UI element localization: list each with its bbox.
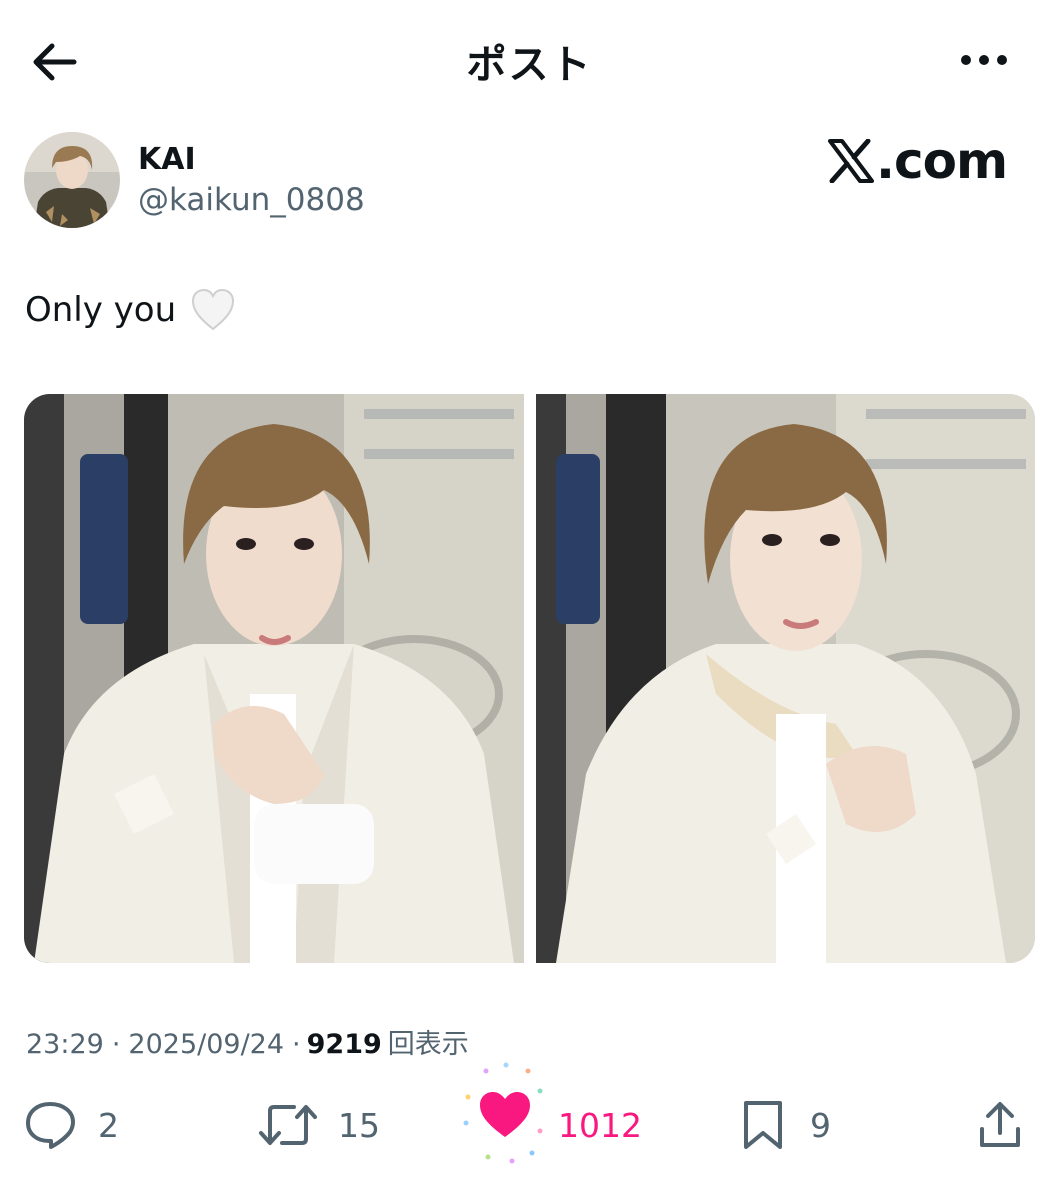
separator: · bbox=[292, 1029, 301, 1060]
heart-filled-icon bbox=[463, 1062, 543, 1164]
bookmark-icon bbox=[744, 1101, 782, 1149]
white-heart-icon bbox=[190, 288, 236, 332]
author-display-name[interactable]: KAI bbox=[138, 142, 196, 177]
reply-count: 2 bbox=[98, 1105, 119, 1145]
back-button[interactable] bbox=[26, 34, 82, 90]
repost-icon bbox=[259, 1105, 317, 1145]
ellipsis-icon bbox=[961, 55, 1007, 65]
reply-button[interactable]: 2 bbox=[24, 1096, 119, 1154]
media-grid bbox=[24, 394, 1035, 963]
separator: · bbox=[111, 1029, 121, 1060]
repost-button[interactable]: 15 bbox=[258, 1096, 380, 1154]
post-meta: 23:29 · 2025/09/24 · 9219 回表示 bbox=[26, 1022, 469, 1061]
avatar[interactable] bbox=[24, 132, 120, 228]
like-button[interactable]: 1012 bbox=[463, 1062, 642, 1164]
post-text: Only you bbox=[25, 288, 236, 332]
bookmark-count: 9 bbox=[810, 1105, 831, 1145]
share-button[interactable] bbox=[976, 1096, 1024, 1154]
x-logo-icon bbox=[828, 139, 874, 183]
view-count[interactable]: 9219 bbox=[307, 1029, 382, 1060]
photo-2[interactable] bbox=[535, 394, 1035, 963]
more-options-button[interactable] bbox=[952, 38, 1016, 82]
x-com-watermark: .com bbox=[828, 132, 1008, 190]
post-time[interactable]: 23:29 bbox=[26, 1029, 104, 1060]
author-handle[interactable]: @kaikun_0808 bbox=[138, 182, 365, 218]
bookmark-button[interactable]: 9 bbox=[740, 1096, 831, 1154]
post-date[interactable]: 2025/09/24 bbox=[128, 1029, 284, 1060]
photo-1[interactable] bbox=[24, 394, 524, 963]
repost-count: 15 bbox=[338, 1105, 380, 1145]
share-icon bbox=[980, 1102, 1020, 1147]
reply-icon bbox=[26, 1102, 75, 1149]
like-count: 1012 bbox=[558, 1105, 642, 1145]
arrow-left-icon bbox=[33, 43, 77, 81]
watermark-text: .com bbox=[876, 132, 1008, 190]
page-title: ポスト bbox=[466, 42, 593, 88]
view-count-label: 回表示 bbox=[387, 1029, 469, 1060]
post-text-content: Only you bbox=[25, 290, 177, 330]
